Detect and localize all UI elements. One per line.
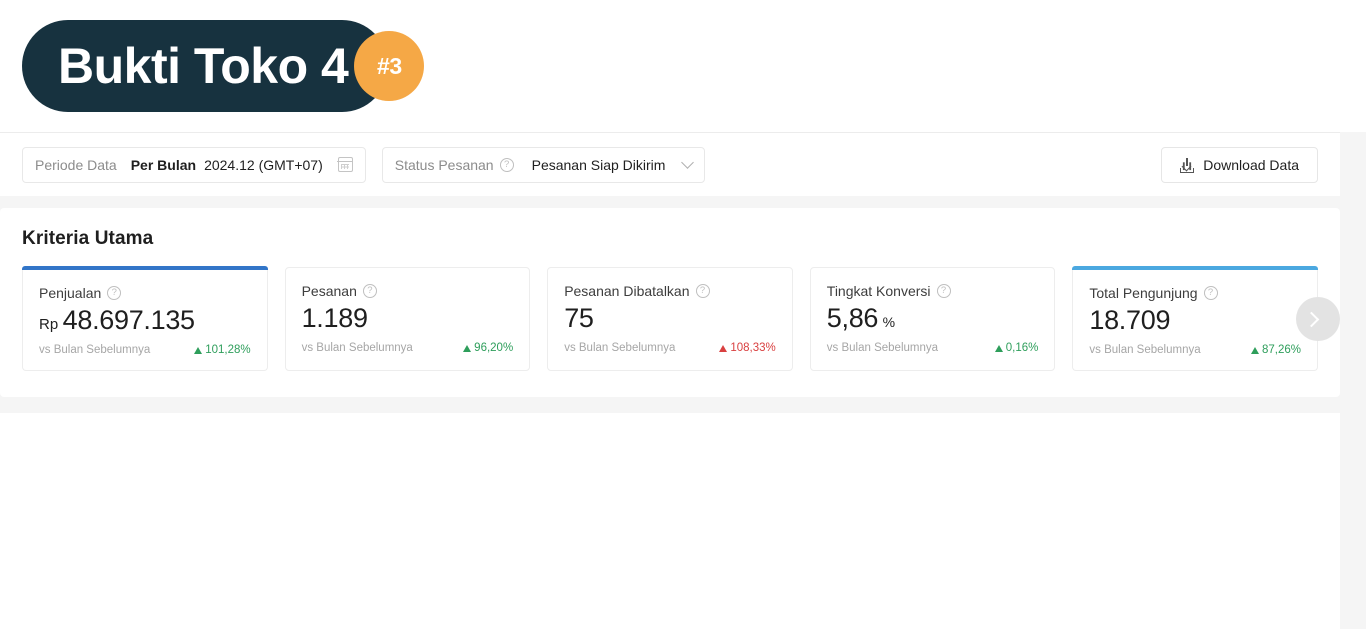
carousel-next-button[interactable] [1296,297,1340,341]
metric-currency-prefix: Rp [39,316,59,333]
logo-rank-badge: #3 [354,31,425,101]
metric-delta-value: 96,20% [474,342,514,355]
metric-delta: 101,28% [194,344,251,357]
period-value: 2024.12 (GMT+07) [204,156,323,173]
triangle-up-icon [463,344,472,352]
metric-header: Tingkat Konversi ? [827,283,1039,299]
period-granularity: Per Bulan [130,156,197,173]
logo: Bukti Toko 4 #3 [22,20,425,112]
metric-compare-label: vs Bulan Sebelumnya [1089,344,1201,357]
triangle-up-icon [719,344,728,352]
metric-footer: vs Bulan Sebelumnya 0,16% [827,342,1039,354]
metric-card-pesanan[interactable]: Pesanan ? 1.189 vs Bulan Sebelumnya 96,2… [284,267,531,371]
order-status-filter[interactable]: Status Pesanan ? Pesanan Siap Dikirim [381,146,706,183]
metric-compare-label: vs Bulan Sebelumnya [826,342,939,355]
metric-number: 1.189 [301,303,368,333]
period-filter-label: Periode Data [35,156,117,173]
chevron-right-icon [1303,311,1319,327]
metric-number: 18.709 [1089,305,1171,335]
chevron-down-icon[interactable] [681,156,695,169]
metric-number: 5,86 [826,303,879,333]
order-status-label: Status Pesanan [394,156,494,173]
help-circle-icon[interactable]: ? [499,157,514,172]
metric-card-pesanan-dibatalkan[interactable]: Pesanan Dibatalkan ? 75 vs Bulan Sebelum… [547,267,793,371]
metric-header: Total Pengunjung ? [1089,285,1301,301]
calendar-icon[interactable] [337,157,354,172]
filter-bar: Periode Data Per Bulan 2024.12 (GMT+07) … [0,132,1340,196]
metric-cards-row: Penjualan ? Rp 48.697.135 vs Bulan Sebel… [22,266,1340,371]
metric-value: 18.709 [1089,305,1301,336]
metric-label: Tingkat Konversi [826,283,931,299]
metric-footer: vs Bulan Sebelumnya 96,20% [302,342,514,354]
triangle-up-icon [194,346,203,354]
metric-card-penjualan[interactable]: Penjualan ? Rp 48.697.135 vs Bulan Sebel… [22,266,268,371]
metric-value: Rp 48.697.135 [39,305,251,336]
metric-header: Penjualan ? [39,285,251,301]
metric-number: 75 [564,303,594,333]
metric-delta-value: 108,33% [730,342,776,355]
metric-compare-label: vs Bulan Sebelumnya [301,342,413,355]
metric-delta: 96,20% [463,342,513,354]
metric-footer: vs Bulan Sebelumnya 101,28% [39,344,251,356]
metric-suffix: % [882,314,896,330]
metric-value: 1.189 [302,303,514,334]
metric-number: 48.697.135 [62,305,195,335]
metric-footer: vs Bulan Sebelumnya 87,26% [1089,344,1301,356]
download-data-label: Download Data [1203,157,1299,173]
help-circle-icon[interactable]: ? [936,284,951,298]
order-status-value: Pesanan Siap Dikirim [531,156,666,173]
metric-delta: 108,33% [719,342,776,355]
logo-title: Bukti Toko 4 [58,38,349,94]
help-circle-icon[interactable]: ? [695,284,710,298]
metric-value: 75 [564,303,776,334]
metric-delta-value: 0,16% [1005,342,1039,355]
logo-pill: Bukti Toko 4 [22,20,389,112]
metric-header: Pesanan ? [302,283,514,299]
metric-delta: 87,26% [1250,344,1301,357]
metric-compare-label: vs Bulan Sebelumnya [564,342,676,355]
download-data-button[interactable]: Download Data [1161,147,1318,183]
period-filter[interactable]: Periode Data Per Bulan 2024.12 (GMT+07) [22,146,366,183]
metric-card-total-pengunjung[interactable]: Total Pengunjung ? 18.709 vs Bulan Sebel… [1072,266,1318,371]
metric-footer: vs Bulan Sebelumnya 108,33% [564,342,776,354]
page-title: Kriteria Utama [22,228,154,249]
metric-label: Total Pengunjung [1089,285,1198,301]
metric-delta: 0,16% [994,342,1039,355]
kriteria-utama-panel: Kriteria Utama Penjualan ? Rp 48.697.135… [0,208,1340,397]
metric-delta-value: 101,28% [205,344,251,357]
logo-header: Bukti Toko 4 #3 [0,0,1366,132]
metric-label: Pesanan Dibatalkan [564,283,690,299]
download-icon [1180,157,1195,173]
triangle-up-icon [1250,346,1259,354]
logo-rank-label: #3 [377,52,402,79]
help-circle-icon[interactable]: ? [1203,286,1218,300]
metric-delta-value: 87,26% [1261,344,1301,357]
page-white-fill [0,413,1340,629]
help-circle-icon[interactable]: ? [362,284,377,298]
page-right-strip [1340,132,1366,629]
metric-card-tingkat-konversi[interactable]: Tingkat Konversi ? 5,86 % vs Bulan Sebel… [809,267,1056,371]
metric-label: Pesanan [301,283,357,299]
metric-value: 5,86 % [827,303,1039,334]
triangle-up-icon [994,344,1003,352]
metric-header: Pesanan Dibatalkan ? [564,283,776,299]
help-circle-icon[interactable]: ? [107,286,122,300]
metric-label: Penjualan [39,285,102,301]
page-body: Periode Data Per Bulan 2024.12 (GMT+07) … [0,132,1366,629]
metric-compare-label: vs Bulan Sebelumnya [39,344,151,357]
